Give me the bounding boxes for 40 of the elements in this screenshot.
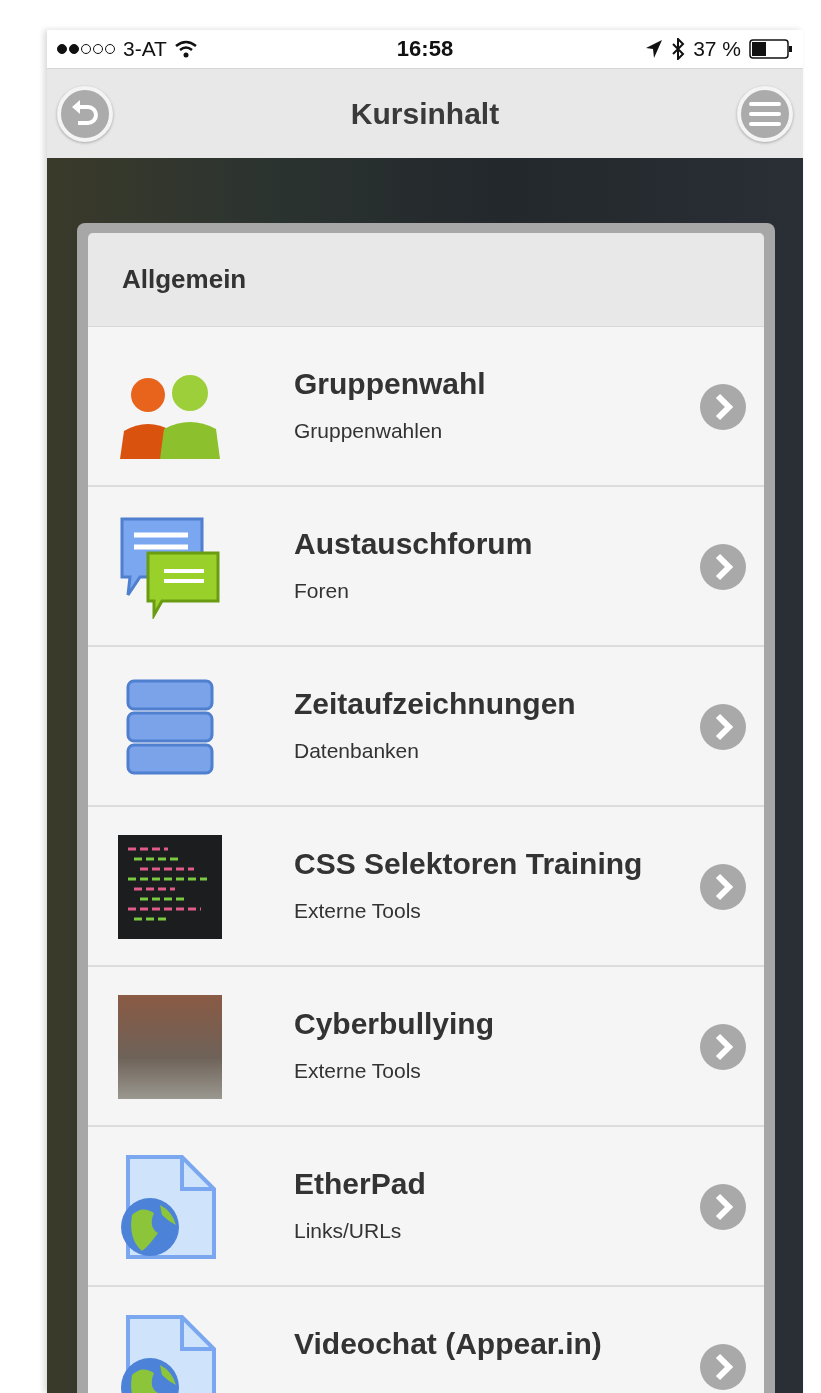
item-type: Foren — [294, 579, 350, 603]
course-item[interactable]: Gruppenwahl Gruppenwahlen — [88, 327, 764, 487]
item-type: Datenbanken — [294, 739, 420, 763]
chevron-icon — [700, 864, 746, 910]
course-item[interactable]: Videochat (Appear.in) — [88, 1287, 764, 1393]
carrier-name: 3-AT — [123, 37, 167, 61]
chevron-icon — [700, 544, 746, 590]
menu-icon — [749, 100, 781, 127]
item-title: Zeitaufzeichnungen — [294, 687, 577, 721]
wifi-icon — [174, 40, 197, 58]
battery-percentage: 37 % — [693, 37, 741, 61]
battery-icon — [749, 39, 793, 59]
chevron-icon — [700, 704, 746, 750]
item-title: Cyberbullying — [294, 1007, 496, 1041]
item-title: Videochat (Appear.in) — [294, 1327, 603, 1361]
course-item[interactable]: Cyberbullying Externe Tools — [88, 967, 764, 1127]
item-title: Austauschforum — [294, 527, 534, 561]
item-type: Links/URLs — [294, 1219, 403, 1243]
item-title: Gruppenwahl — [294, 367, 487, 401]
course-item[interactable]: Zeitaufzeichnungen Datenbanken — [88, 647, 764, 807]
menu-button[interactable] — [737, 85, 793, 142]
item-title: EtherPad — [294, 1167, 427, 1201]
clock-time: 16:58 — [396, 36, 454, 62]
item-type: Externe Tools — [294, 899, 422, 923]
item-type: Gruppenwahlen — [294, 419, 444, 443]
chevron-icon — [700, 1344, 746, 1390]
page-title: Kursinhalt — [350, 96, 500, 131]
item-title: CSS Selektoren Training — [294, 847, 644, 881]
chevron-icon — [700, 1024, 746, 1070]
back-button[interactable] — [57, 85, 113, 142]
chevron-icon — [700, 1184, 746, 1230]
chat-bubbles-icon — [118, 515, 222, 619]
section-header: Allgemein — [88, 233, 764, 327]
bluetooth-icon — [671, 38, 686, 60]
location-arrow-icon — [645, 39, 664, 59]
course-item[interactable]: Austauschforum Foren — [88, 487, 764, 647]
course-item[interactable]: CSS Selektoren Training Externe Tools — [88, 807, 764, 967]
course-item[interactable]: EtherPad Links/URLs — [88, 1127, 764, 1287]
chevron-icon — [700, 384, 746, 430]
item-type: Externe Tools — [294, 1059, 422, 1083]
